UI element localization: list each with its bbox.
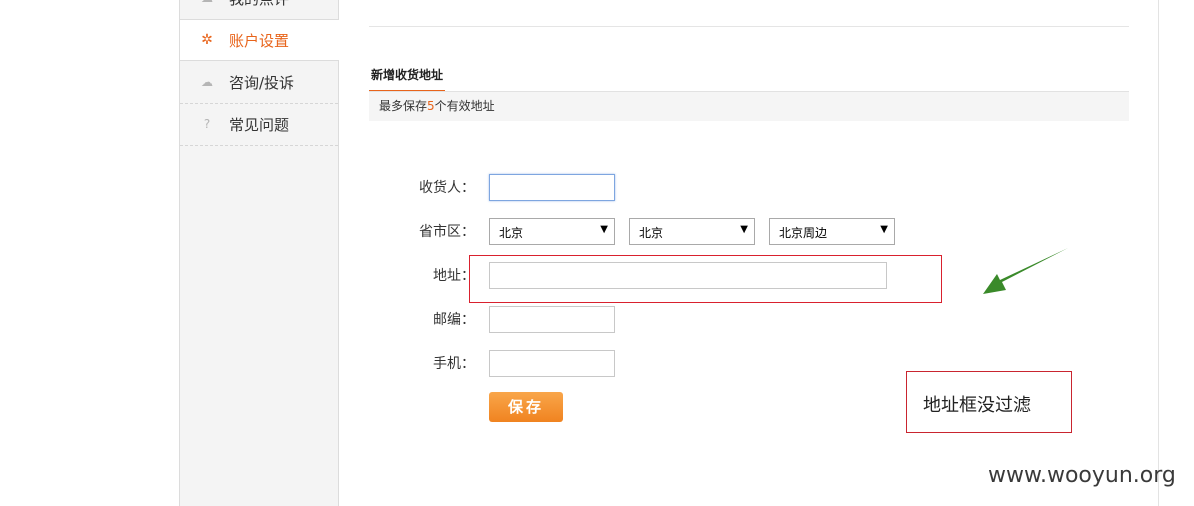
sidebar-item-account-settings[interactable]: ✲ 账户设置 (180, 19, 339, 61)
sidebar-item-reviews[interactable]: ☁ 我的点评 (180, 0, 338, 20)
district-select[interactable]: 北京周边 ▼ (769, 218, 895, 245)
phone-label: 手机： (433, 356, 475, 372)
sidebar-item-faq[interactable]: ? 常见问题 (180, 104, 338, 146)
question-icon: ? (203, 117, 211, 131)
city-select[interactable]: 北京 ▼ (629, 218, 755, 245)
phone-input[interactable] (489, 350, 615, 377)
annotation-text: 地址框没过滤 (923, 395, 1031, 416)
comment-icon: ☁ (200, 0, 214, 5)
dropdown-arrow-icon: ▼ (600, 224, 608, 235)
zip-label: 邮编： (433, 312, 475, 328)
province-select[interactable]: 北京 ▼ (489, 218, 615, 245)
district-value: 北京周边 (779, 226, 828, 240)
zip-input[interactable] (489, 306, 615, 333)
receiver-label: 收货人： (419, 180, 475, 196)
sidebar-item-label: 账户设置 (229, 32, 290, 50)
gear-icon: ✲ (201, 32, 213, 48)
sidebar: ☁ 我的点评 ✲ 账户设置 ☁ 咨询/投诉 ? 常见问题 (179, 0, 339, 506)
notice-suffix: 个有效地址 (434, 99, 495, 113)
address-label: 地址： (433, 268, 475, 284)
notice-count: 5 (427, 99, 435, 113)
divider (1158, 0, 1159, 506)
chat-icon: ☁ (201, 75, 213, 89)
notice-prefix: 最多保存 (379, 99, 428, 113)
arrow-icon (983, 248, 1068, 294)
tab-new-address[interactable]: 新增收货地址 (369, 64, 446, 92)
dropdown-arrow-icon: ▼ (740, 224, 748, 235)
address-limit-notice: 最多保存5个有效地址 (369, 92, 1129, 121)
region-label: 省市区： (419, 224, 475, 240)
divider (369, 26, 1129, 27)
sidebar-item-consult[interactable]: ☁ 咨询/投诉 (180, 62, 338, 104)
watermark: www.wooyun.org (988, 463, 1176, 488)
province-value: 北京 (499, 226, 524, 240)
sidebar-item-label: 常见问题 (229, 116, 290, 134)
city-value: 北京 (639, 226, 664, 240)
sidebar-item-label: 我的点评 (229, 0, 289, 9)
receiver-input[interactable] (489, 174, 615, 201)
address-highlight-box (469, 255, 942, 303)
save-button[interactable]: 保存 (489, 392, 563, 422)
dropdown-arrow-icon: ▼ (880, 224, 888, 235)
sidebar-item-label: 咨询/投诉 (229, 74, 295, 92)
